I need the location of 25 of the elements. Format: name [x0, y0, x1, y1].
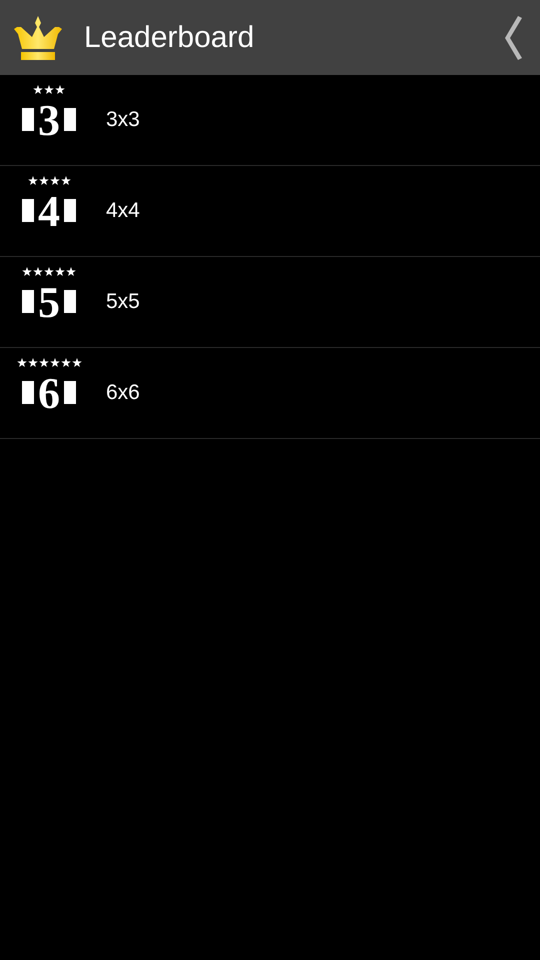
- star-icon: [72, 358, 82, 368]
- star-icon: [33, 85, 43, 95]
- board-size-label: 6x6: [106, 380, 140, 406]
- star-icon: [28, 176, 38, 186]
- star-icon: [50, 176, 60, 186]
- star-icon: [38, 358, 48, 368]
- star-icon: [16, 358, 26, 368]
- star-icon: [55, 85, 65, 95]
- star-icon: [60, 358, 70, 368]
- board-size-label: 3x3: [106, 107, 140, 134]
- back-button[interactable]: [502, 14, 524, 60]
- screen-title: Leaderboard: [84, 20, 256, 56]
- star-icon: [33, 267, 43, 277]
- star-icon: [28, 358, 38, 368]
- star-icon: [60, 176, 70, 186]
- star-icon: [44, 267, 54, 277]
- star-icon: [50, 358, 60, 368]
- star-icon: [55, 267, 65, 277]
- star-icon: [44, 85, 54, 95]
- board-size-label: 5x5: [106, 289, 140, 316]
- star-icon: [38, 176, 48, 186]
- star-icon: [66, 267, 76, 277]
- board-size-label: 4x4: [106, 198, 140, 224]
- back-icon: [502, 14, 524, 60]
- star-icon: [22, 267, 32, 277]
